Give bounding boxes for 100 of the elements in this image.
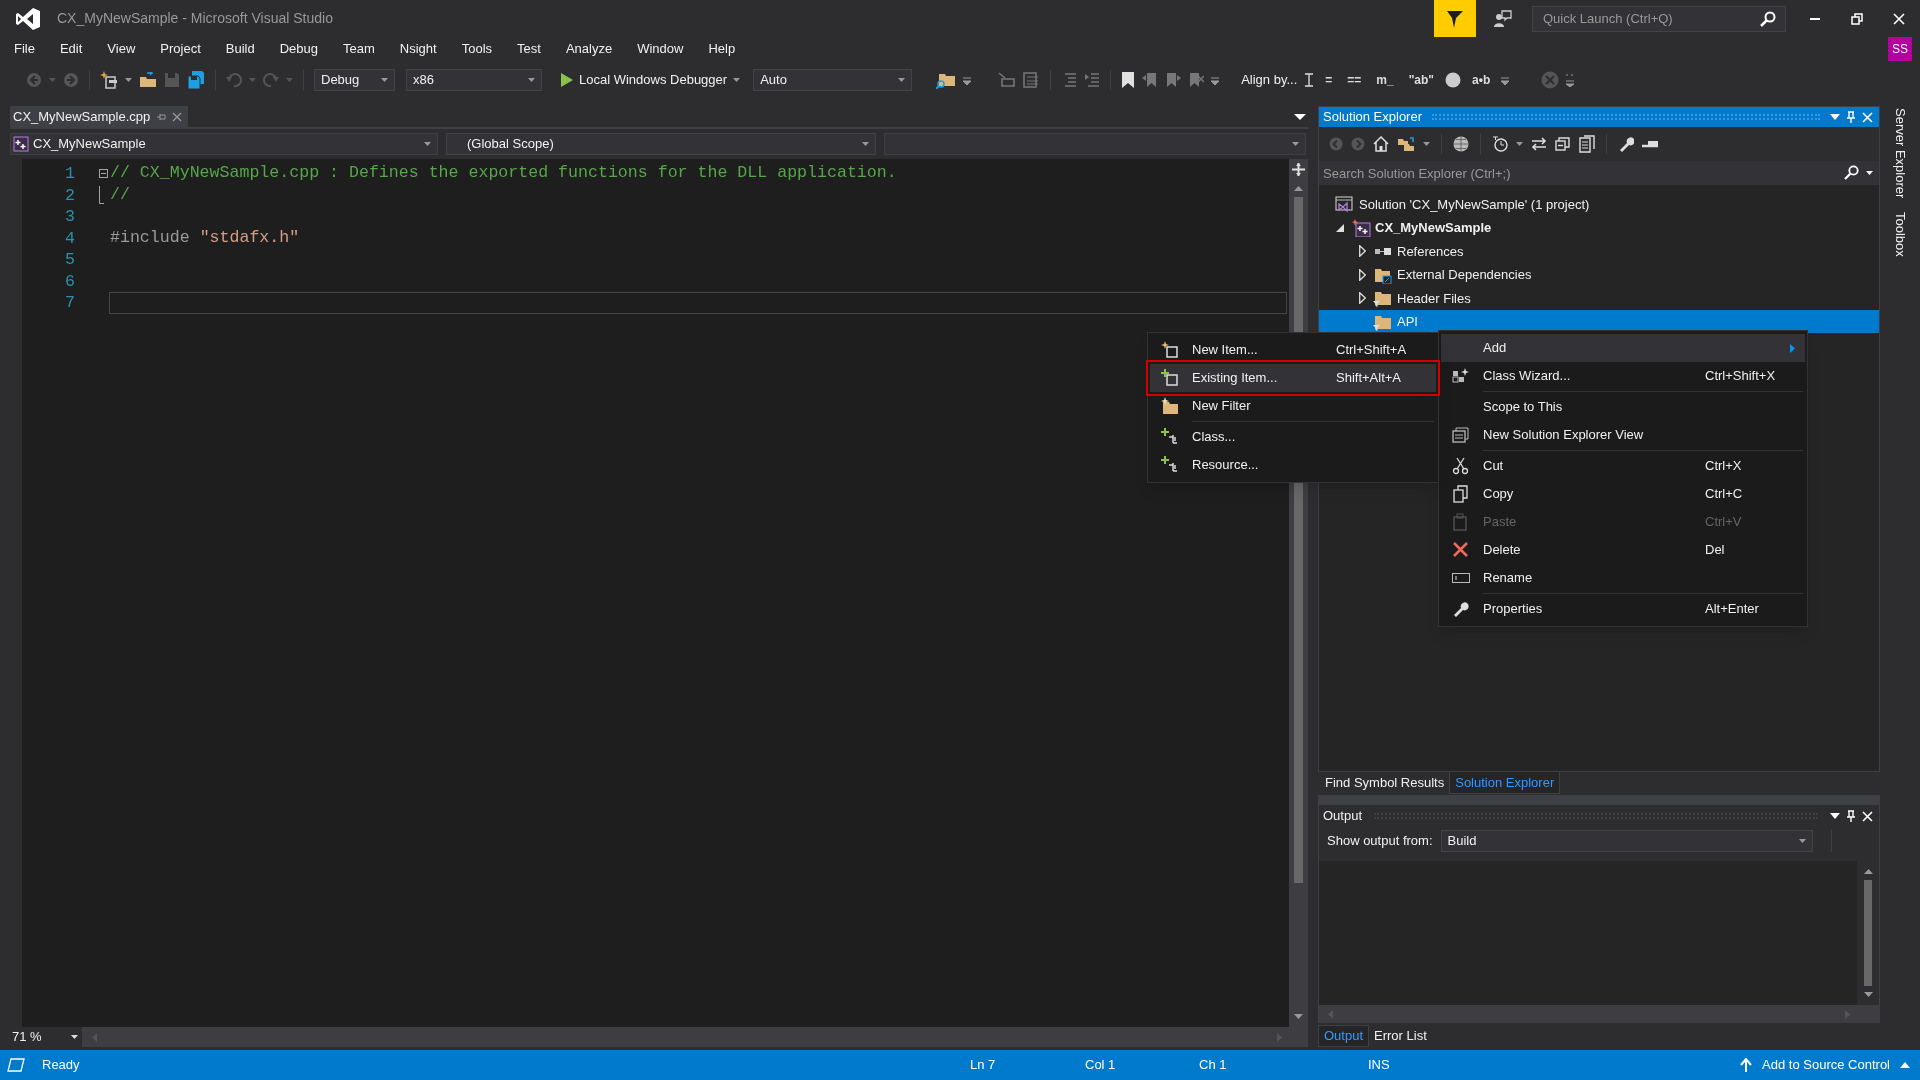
tree-item[interactable]: Solution 'CX_MyNewSample' (1 project) (1319, 193, 1879, 217)
menu-item[interactable]: Analyze (553, 39, 625, 59)
tree-item[interactable]: Header Files (1319, 286, 1879, 310)
collapsed-arrow-icon[interactable] (1358, 292, 1366, 305)
menu-item[interactable]: Team (331, 39, 387, 59)
side-tab[interactable]: Toolbox (1888, 212, 1912, 258)
scrollbar-thumb[interactable] (1864, 880, 1872, 986)
tree-item[interactable]: CX_MyNewSample (1319, 216, 1879, 240)
zoom-dropdown[interactable]: 71 % (10, 1027, 82, 1047)
find-in-files-icon[interactable] (936, 71, 957, 89)
format-button[interactable]: = (1321, 71, 1337, 89)
indent-icon[interactable] (1084, 73, 1101, 87)
source-control-button[interactable]: Add to Source Control (1740, 1055, 1920, 1075)
menu-item[interactable]: Scope to This (1441, 393, 1805, 421)
show-all-files-icon[interactable] (1579, 135, 1595, 153)
start-debugging-button[interactable]: Local Windows Debugger (555, 69, 747, 91)
tree-item[interactable]: References (1319, 239, 1879, 264)
tree-item[interactable]: External Dependencies (1319, 263, 1879, 287)
scope-dropdown[interactable]: (Global Scope) (446, 133, 876, 155)
collapse-icon[interactable] (99, 169, 108, 179)
home-icon[interactable] (1373, 136, 1389, 152)
caret-icon[interactable] (1866, 171, 1873, 175)
sync-arrows-icon[interactable] (1531, 137, 1547, 151)
project-dropdown[interactable]: CX_MyNewSample (10, 133, 438, 155)
scroll-up-icon[interactable] (1294, 186, 1303, 191)
menu-item[interactable]: Build (213, 39, 267, 59)
menu-item[interactable]: View (95, 39, 148, 59)
scroll-up-icon[interactable] (1863, 869, 1873, 874)
menu-item[interactable]: Test (505, 39, 553, 59)
expanded-arrow-icon[interactable] (1336, 224, 1344, 233)
circle-icon[interactable] (1445, 72, 1462, 88)
split-handle-icon[interactable] (1292, 163, 1305, 176)
menu-item[interactable]: Delete Del (1441, 536, 1805, 564)
collapse-all-icon[interactable] (1555, 136, 1571, 152)
quick-launch-field[interactable]: Quick Launch (Ctrl+Q) (1532, 5, 1786, 32)
pin-icon[interactable] (1846, 810, 1856, 822)
menu-item[interactable]: Debug (267, 39, 330, 59)
feedback-icon[interactable] (1494, 9, 1512, 28)
previous-bookmark-icon[interactable] (1142, 72, 1159, 88)
next-bookmark-icon[interactable] (1165, 72, 1182, 88)
text-cursor-icon[interactable] (1304, 73, 1315, 87)
scroll-down-icon[interactable] (1294, 1014, 1303, 1019)
menu-item[interactable]: Class... (1150, 423, 1436, 451)
panel-tab[interactable]: Find Symbol Results (1320, 772, 1450, 794)
new-project-icon[interactable] (100, 71, 118, 89)
menu-item[interactable]: Cut Ctrl+X (1441, 452, 1805, 480)
tree-item[interactable]: API (1319, 309, 1879, 334)
account-avatar[interactable]: SS (1888, 37, 1912, 61)
output-source-dropdown[interactable]: Build (1440, 830, 1813, 852)
save-all-icon[interactable] (187, 71, 205, 89)
menu-item[interactable]: New Item... Ctrl+Shift+A (1150, 336, 1436, 364)
caret-icon[interactable] (71, 1035, 78, 1039)
menu-item[interactable]: Copy Ctrl+C (1441, 480, 1805, 508)
menu-item[interactable]: Help (696, 39, 748, 59)
comment-icon[interactable] (997, 72, 1016, 88)
menu-item[interactable]: New Filter (1150, 392, 1436, 420)
overflow-icon[interactable] (1501, 75, 1510, 85)
overflow-icon[interactable] (963, 75, 972, 85)
menu-item[interactable]: Add (1441, 334, 1805, 362)
tab-list-icon[interactable] (1294, 113, 1306, 121)
menu-item[interactable]: Tools (449, 39, 505, 59)
bookmark-icon[interactable] (1121, 72, 1136, 88)
configuration-dropdown[interactable]: Debug (314, 69, 395, 91)
dropdown-icon[interactable] (1830, 813, 1840, 819)
collapsed-arrow-icon[interactable] (1358, 245, 1366, 258)
format-button[interactable]: == (1343, 71, 1366, 89)
menu-item[interactable]: Properties Alt+Enter (1441, 595, 1805, 623)
menu-item[interactable]: Edit (47, 39, 95, 59)
panel-tab[interactable]: Output (1318, 1025, 1370, 1047)
menu-item[interactable]: Resource... (1150, 451, 1436, 479)
menu-item[interactable]: New Solution Explorer View (1441, 421, 1805, 449)
clear-bookmarks-icon[interactable] (1188, 72, 1205, 88)
side-tab[interactable]: Server Explorer (1888, 108, 1912, 199)
menu-item[interactable]: Project (148, 39, 213, 59)
overflow-icon[interactable] (1566, 73, 1575, 87)
panel-tab[interactable]: Solution Explorer (1449, 772, 1561, 794)
menu-item[interactable]: File (2, 39, 47, 59)
uncomment-icon[interactable] (1022, 72, 1041, 88)
format-button[interactable]: a•b (1468, 71, 1495, 89)
target-dropdown[interactable]: Auto (753, 69, 913, 91)
overflow-icon[interactable] (1211, 75, 1220, 85)
panel-tab[interactable]: Error List (1369, 1025, 1432, 1047)
history-icon[interactable] (1492, 136, 1508, 152)
platform-dropdown[interactable]: x86 (406, 69, 542, 91)
format-button[interactable]: m_ (1372, 71, 1398, 89)
globe-icon[interactable] (1453, 136, 1469, 152)
menu-item[interactable]: Window (625, 39, 696, 59)
search-field[interactable]: Search Solution Explorer (Ctrl+;) (1319, 161, 1879, 185)
minus-icon[interactable] (1642, 140, 1658, 148)
menu-item[interactable]: Rename (1441, 564, 1805, 592)
notification-button[interactable] (1434, 0, 1476, 37)
wrench-icon[interactable] (1618, 136, 1634, 152)
menu-item[interactable]: Class Wizard... Ctrl+Shift+X (1441, 362, 1805, 390)
format-button[interactable]: "ab" (1404, 71, 1439, 89)
open-folder-icon[interactable] (139, 72, 157, 88)
sync-folders-icon[interactable] (1397, 136, 1415, 152)
align-by-button[interactable]: Align by... (1241, 70, 1298, 90)
menu-item[interactable]: Nsight (387, 39, 449, 59)
collapsed-arrow-icon[interactable] (1358, 268, 1366, 281)
scroll-down-icon[interactable] (1863, 992, 1873, 997)
